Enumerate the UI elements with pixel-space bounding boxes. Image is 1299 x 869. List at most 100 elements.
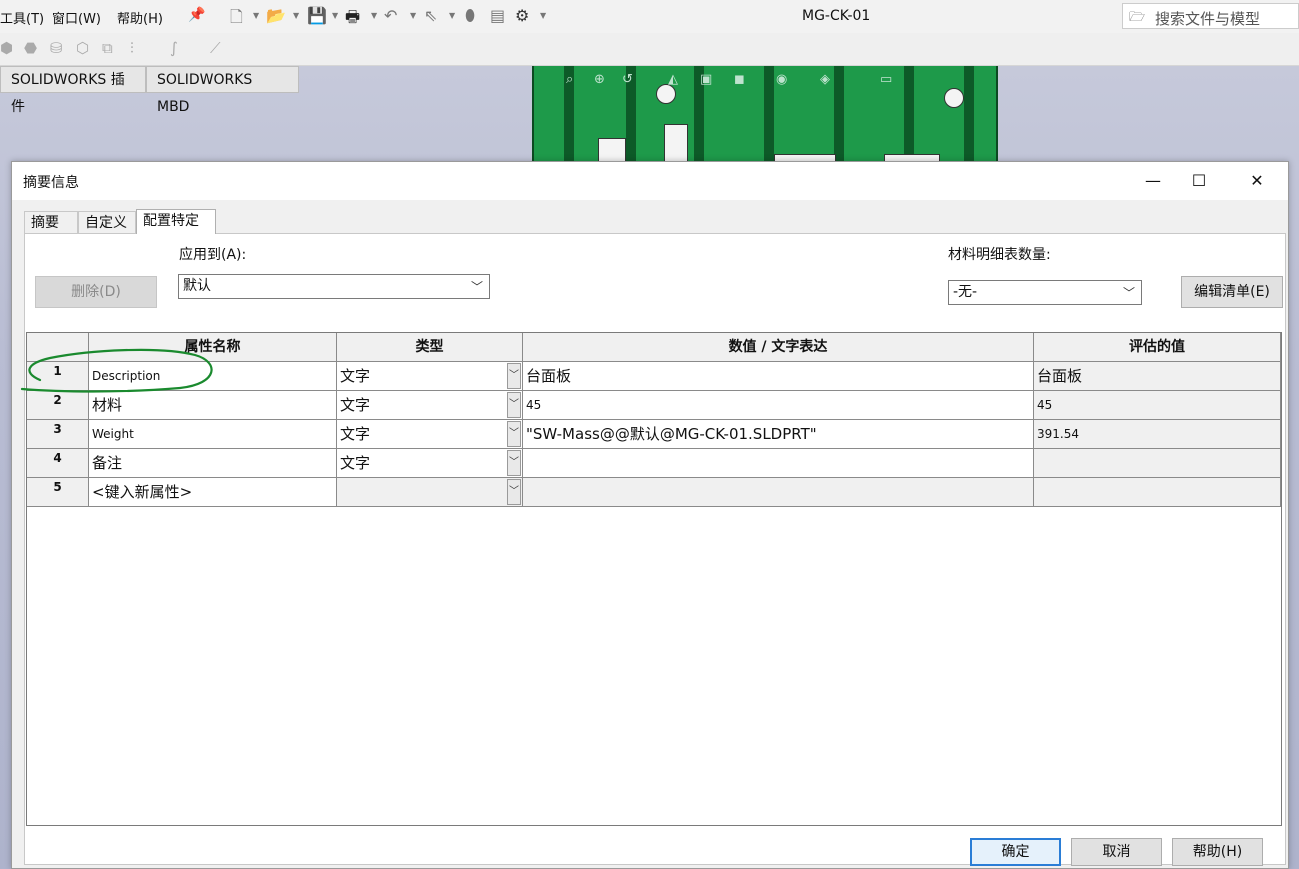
appearance-icon[interactable]: ◈ [820, 72, 830, 87]
menu-help[interactable]: 帮助(H) [117, 8, 163, 27]
edit-list-button[interactable]: 编辑清单(E) [1181, 276, 1283, 308]
monitor-icon[interactable]: ▭ [880, 72, 892, 87]
column-header[interactable]: 属性名称 [89, 333, 337, 362]
new-file-icon[interactable]: 🗋 [230, 6, 243, 33]
property-name-cell[interactable]: 备注 [89, 449, 337, 478]
evaluated-value-text: 391.54 [1037, 427, 1079, 441]
chevron-down-icon[interactable]: ﹀ [507, 479, 521, 505]
type-cell[interactable]: 文字 ﹀ [337, 391, 523, 420]
file-properties-icon[interactable]: ▤ [490, 6, 505, 25]
help-button[interactable]: 帮助(H) [1172, 838, 1263, 866]
print-icon[interactable]: 🖶 [345, 6, 360, 33]
chevron-down-icon[interactable]: ﹀ [507, 392, 521, 418]
select-icon[interactable]: ⇖ [424, 6, 437, 25]
tab-summary[interactable]: 摘要 [24, 211, 78, 233]
evaluated-value-cell: 45 [1034, 391, 1281, 420]
chevron-down-icon[interactable]: ▼ [332, 11, 338, 20]
property-name-text: Weight [92, 427, 134, 441]
type-cell[interactable]: 文字 ﹀ [337, 449, 523, 478]
loft-icon[interactable]: ⬡ [76, 39, 89, 57]
column-header[interactable]: 数值 / 文字表达 [523, 333, 1034, 362]
maximize-icon[interactable]: ☐ [1176, 168, 1222, 194]
property-name-cell[interactable]: Weight [89, 420, 337, 449]
tab-solidworks-mbd[interactable]: SOLIDWORKS MBD [146, 66, 299, 115]
sweep-icon[interactable]: ⛁ [50, 39, 63, 57]
grid-corner[interactable] [27, 333, 89, 362]
chevron-down-icon[interactable]: ▼ [410, 11, 416, 20]
chevron-down-icon: ﹀ [1122, 286, 1135, 300]
minimize-icon[interactable]: — [1130, 168, 1176, 194]
hide-show-icon[interactable]: ◉ [776, 72, 787, 87]
property-name-text: <键入新属性> [92, 483, 193, 501]
rebuild-icon[interactable]: ⬮ [465, 6, 475, 26]
ok-button[interactable]: 确定 [970, 838, 1061, 866]
value-expression-cell[interactable] [523, 449, 1034, 478]
reference-geometry-icon[interactable]: ⫶ [130, 39, 134, 57]
property-name-text: Description [92, 369, 161, 383]
tab-custom[interactable]: 自定义 [78, 211, 136, 233]
bom-quantity-label: 材料明细表数量: [948, 247, 1051, 263]
dialog-titlebar[interactable]: 摘要信息 — ☐ ✕ [12, 162, 1288, 200]
chevron-down-icon[interactable]: ▼ [293, 11, 299, 20]
mirror-icon[interactable]: ⧉ [102, 39, 113, 57]
cancel-button[interactable]: 取消 [1071, 838, 1162, 866]
type-cell[interactable]: ﹀ [337, 478, 523, 507]
gear-icon[interactable]: ⚙ [515, 6, 529, 25]
menu-tools[interactable]: 工具(T) [0, 8, 44, 27]
row-number[interactable]: 2 [27, 391, 89, 420]
view-orientation-icon[interactable]: ▣ [700, 72, 712, 87]
display-style-icon[interactable]: ◼ [734, 72, 745, 87]
value-expression-cell[interactable]: "SW-Mass@@默认@MG-CK-01.SLDPRT" [523, 420, 1034, 449]
chevron-down-icon[interactable]: ﹀ [507, 421, 521, 447]
zoom-icon[interactable]: ⌕ [566, 72, 573, 87]
chevron-down-icon[interactable]: ▼ [449, 11, 455, 20]
instant3d-icon[interactable]: ⟋ [210, 39, 221, 57]
open-file-icon[interactable]: 📂 [266, 6, 286, 25]
apply-to-label: 应用到(A): [179, 247, 247, 263]
column-header[interactable]: 类型 [337, 333, 523, 362]
value-expression-cell[interactable]: 45 [523, 391, 1034, 420]
delete-button[interactable]: 删除(D) [35, 276, 157, 308]
apply-to-value: 默认 [183, 278, 211, 294]
property-name-cell[interactable]: 材料 [89, 391, 337, 420]
row-number[interactable]: 3 [27, 420, 89, 449]
property-name-cell[interactable]: <键入新属性> [89, 478, 337, 507]
pin-icon[interactable]: 📌 [188, 7, 205, 23]
bom-quantity-select[interactable]: -无- ﹀ [948, 280, 1142, 305]
type-cell[interactable]: 文字 ﹀ [337, 362, 523, 391]
section-view-icon[interactable]: ◭ [668, 72, 678, 87]
chevron-down-icon[interactable]: ﹀ [507, 450, 521, 476]
evaluated-value-text: 台面板 [1037, 367, 1083, 385]
apply-to-select[interactable]: 默认 ﹀ [178, 274, 490, 299]
type-text: 文字 [340, 454, 371, 472]
chevron-down-icon: ﹀ [470, 280, 483, 294]
previous-view-icon[interactable]: ↺ [622, 72, 633, 87]
menu-window[interactable]: 窗口(W) [52, 8, 101, 27]
row-number[interactable]: 1 [27, 362, 89, 391]
top-menu-bar: 工具(T) 窗口(W) 帮助(H) 📌 🗋 ▼ 📂 ▼ 💾 ▼ 🖶 ▼ ↶ ▼ … [0, 0, 1299, 34]
property-name-cell[interactable]: Description [89, 362, 337, 391]
chevron-down-icon[interactable]: ▼ [371, 11, 377, 20]
tab-config-specific[interactable]: 配置特定 [136, 209, 216, 234]
row-number[interactable]: 5 [27, 478, 89, 507]
close-icon[interactable]: ✕ [1234, 168, 1280, 194]
extrude-icon[interactable]: ⬢ [0, 39, 13, 57]
value-expression-cell[interactable] [523, 478, 1034, 507]
row-number[interactable]: 4 [27, 449, 89, 478]
value-expression-cell[interactable]: 台面板 [523, 362, 1034, 391]
save-icon[interactable]: 💾 [307, 6, 327, 25]
tab-solidworks-addins[interactable]: SOLIDWORKS 插件 [0, 66, 146, 115]
chevron-down-icon[interactable]: ﹀ [507, 363, 521, 389]
chevron-down-icon[interactable]: ▼ [253, 11, 259, 20]
revolve-icon[interactable]: ⬣ [24, 39, 37, 57]
search-input[interactable]: 🗁 搜索文件与模型 [1122, 3, 1299, 29]
dialog-title: 摘要信息 [23, 175, 79, 191]
evaluated-value-cell: 台面板 [1034, 362, 1281, 391]
value-expression-text: "SW-Mass@@默认@MG-CK-01.SLDPRT" [526, 425, 817, 443]
undo-icon[interactable]: ↶ [384, 6, 397, 25]
curves-icon[interactable]: ∫ [170, 39, 178, 57]
chevron-down-icon[interactable]: ▼ [540, 11, 546, 20]
type-cell[interactable]: 文字 ﹀ [337, 420, 523, 449]
column-header[interactable]: 评估的值 [1034, 333, 1281, 362]
zoom-area-icon[interactable]: ⊕ [594, 72, 605, 87]
